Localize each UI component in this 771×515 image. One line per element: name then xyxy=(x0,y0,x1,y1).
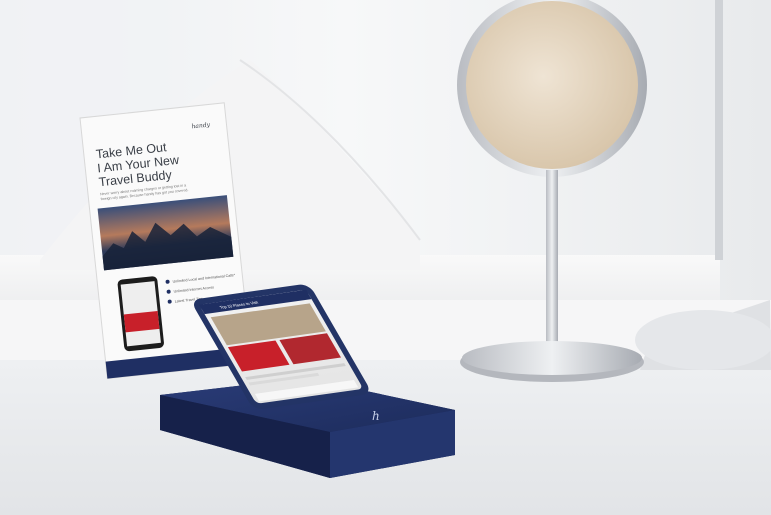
product-photo-scene: handy Take Me Out I Am Your New Travel B… xyxy=(0,0,771,515)
scene-canvas: handy Take Me Out I Am Your New Travel B… xyxy=(0,0,771,515)
dock-logo: h xyxy=(372,409,380,423)
